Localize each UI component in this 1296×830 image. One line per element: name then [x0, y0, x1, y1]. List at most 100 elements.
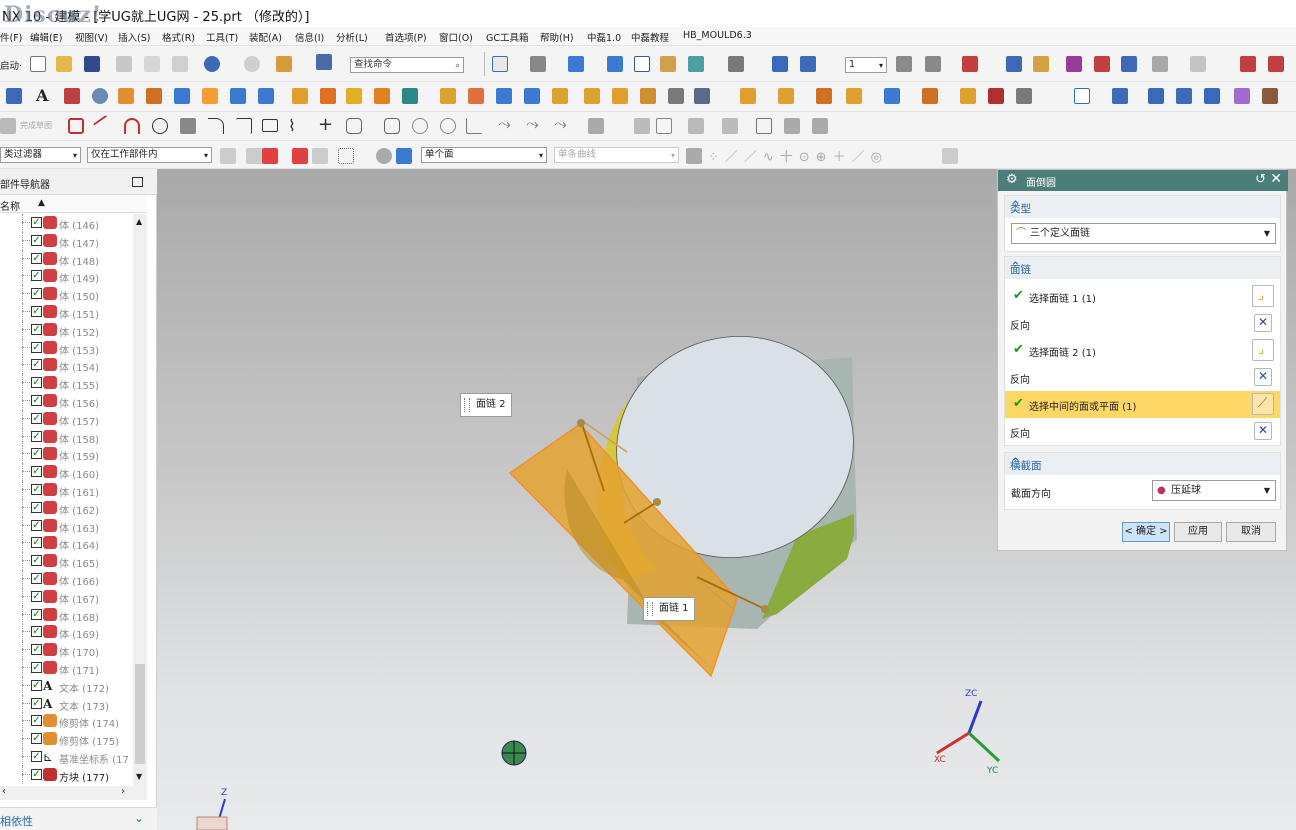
subtract-icon[interactable]: [230, 88, 246, 104]
line-icon[interactable]: [92, 114, 116, 138]
bounded-plane-icon[interactable]: [1016, 88, 1032, 104]
arc-icon[interactable]: [124, 118, 140, 134]
polyline-icon[interactable]: ⌇: [288, 116, 296, 135]
studio-spline-icon[interactable]: [412, 118, 428, 134]
auto-constrain-icon[interactable]: [722, 118, 738, 134]
fill-surface-icon[interactable]: [1176, 88, 1192, 104]
visibility-checkbox[interactable]: ✓: [31, 608, 42, 620]
cancel-button[interactable]: 取消: [1226, 522, 1276, 542]
move-face-icon[interactable]: [846, 88, 862, 104]
extrude-icon[interactable]: [118, 88, 134, 104]
orient-view-icon[interactable]: [688, 56, 704, 72]
tree-item[interactable]: ✓ 体 (166): [0, 569, 133, 588]
split-body-icon[interactable]: [552, 88, 568, 104]
tree-item[interactable]: ✓ 体 (163): [0, 516, 133, 535]
tree-item[interactable]: ✓ 体 (147): [0, 231, 133, 250]
undo-icon[interactable]: [204, 56, 220, 72]
menu-file[interactable]: 件(F): [0, 30, 22, 44]
tree-item[interactable]: ✓ 体 (152): [0, 320, 133, 339]
offset-curve-icon[interactable]: [384, 118, 400, 134]
reverse-direction-button[interactable]: ✕: [1254, 422, 1272, 440]
gear-icon[interactable]: ⚙: [1006, 172, 1018, 187]
distance-icon[interactable]: [1190, 56, 1206, 72]
tree-item[interactable]: ✓ 体 (158): [0, 427, 133, 446]
close-icon[interactable]: ✕: [1270, 171, 1282, 187]
polygon-icon[interactable]: [346, 118, 362, 134]
visibility-checkbox[interactable]: ✓: [31, 590, 42, 602]
mirror-icon[interactable]: [320, 88, 336, 104]
curve-rule-select[interactable]: 单条曲线 ▾: [554, 147, 679, 163]
touch-mode-icon[interactable]: [276, 56, 292, 72]
tree-item[interactable]: ✓ 体 (168): [0, 605, 133, 624]
tree-item[interactable]: ✓ 方块 (177): [0, 765, 133, 784]
visibility-checkbox[interactable]: ✓: [31, 323, 42, 335]
offset-icon[interactable]: [374, 88, 390, 104]
face-rule-select[interactable]: 单个面 ▾: [421, 147, 547, 163]
navigator-hscrollbar[interactable]: ‹ ›: [0, 786, 147, 800]
scroll-down-icon[interactable]: ▼: [136, 772, 142, 781]
visibility-checkbox[interactable]: ✓: [31, 412, 42, 424]
menu-hb-mould[interactable]: HB_MOULD6.3: [683, 30, 752, 41]
sketch-icon[interactable]: [6, 88, 22, 104]
menu-view[interactable]: 视图(V): [75, 30, 108, 44]
convert-reference-icon[interactable]: [812, 118, 828, 134]
triad-z-axis[interactable]: [967, 700, 983, 734]
chamfer-sketch-icon[interactable]: [208, 118, 224, 134]
profile-icon[interactable]: [68, 118, 84, 134]
select-features-icon[interactable]: [262, 148, 278, 164]
menu-zhonglei[interactable]: 中磊1.0: [587, 30, 621, 44]
sew-icon[interactable]: [884, 88, 900, 104]
wcs-icon[interactable]: [962, 56, 978, 72]
menu-insert[interactable]: 插入(S): [118, 30, 150, 44]
face-chain-2-label[interactable]: 面链 2: [460, 393, 512, 417]
render-style-icon[interactable]: [530, 56, 546, 72]
section-direction-select[interactable]: ● 压延球 ▼: [1152, 480, 1276, 501]
analysis-icon[interactable]: [1066, 56, 1082, 72]
tree-item[interactable]: ✓ 体 (159): [0, 445, 133, 464]
select-face-button[interactable]: ⌟: [1252, 285, 1274, 307]
shell-icon[interactable]: [402, 88, 418, 104]
tree-item[interactable]: ✓ 体 (167): [0, 587, 133, 606]
chamfer-icon[interactable]: [468, 88, 484, 104]
bridge-icon[interactable]: [1204, 88, 1220, 104]
tree-item[interactable]: ✓ 体 (161): [0, 480, 133, 499]
visibility-checkbox[interactable]: ✓: [31, 466, 42, 478]
shaded-view-icon[interactable]: [568, 56, 584, 72]
block-icon[interactable]: [174, 88, 190, 104]
type-filter-select[interactable]: 类过滤器 ▾: [0, 147, 81, 163]
visibility-checkbox[interactable]: ✓: [31, 750, 42, 762]
ruled-icon[interactable]: [668, 88, 684, 104]
menu-preferences[interactable]: 首选项(P): [385, 30, 427, 44]
visibility-checkbox[interactable]: ✓: [31, 341, 42, 353]
tree-item[interactable]: ✓ 体 (148): [0, 249, 133, 268]
open-folder-icon[interactable]: [56, 56, 72, 72]
offset-face-icon[interactable]: [740, 88, 756, 104]
drag-handle-icon[interactable]: [464, 398, 470, 412]
tree-item[interactable]: ✓ 体 (150): [0, 285, 133, 304]
ruler-icon[interactable]: [1152, 56, 1168, 72]
type-section-header[interactable]: 类型 ⌃: [1005, 196, 1280, 218]
triad-x-axis[interactable]: [936, 731, 970, 755]
dialog-titlebar[interactable]: ⚙ 面倒圆 ↺ ✕: [998, 170, 1288, 191]
pattern-curve-icon[interactable]: [634, 118, 650, 134]
scrollbar-thumb[interactable]: [135, 664, 145, 764]
redo-icon[interactable]: [244, 56, 260, 72]
visibility-checkbox[interactable]: ✓: [31, 394, 42, 406]
handle-point[interactable]: [761, 605, 769, 613]
visibility-checkbox[interactable]: ✓: [31, 679, 42, 691]
menu-gc-toolbox[interactable]: GC工具箱: [486, 30, 529, 44]
surface-icon[interactable]: [1074, 88, 1090, 104]
navigator-scrollbar[interactable]: ▲ ▼: [133, 214, 147, 786]
tree-item[interactable]: ✓ 体 (146): [0, 214, 133, 232]
tree-item[interactable]: ✓ 体 (171): [0, 658, 133, 677]
replace-face-icon[interactable]: [778, 88, 794, 104]
patch-icon[interactable]: [922, 88, 938, 104]
visibility-checkbox[interactable]: ✓: [31, 483, 42, 495]
visibility-checkbox[interactable]: ✓: [31, 626, 42, 638]
visibility-checkbox[interactable]: ✓: [31, 252, 42, 264]
circle-icon[interactable]: [152, 118, 168, 134]
stop-at-intersection-icon[interactable]: [686, 148, 702, 164]
select-face-button[interactable]: ⌟: [1252, 339, 1274, 361]
menu-window[interactable]: 窗口(O): [439, 30, 473, 44]
studio-surface-icon[interactable]: [694, 88, 710, 104]
